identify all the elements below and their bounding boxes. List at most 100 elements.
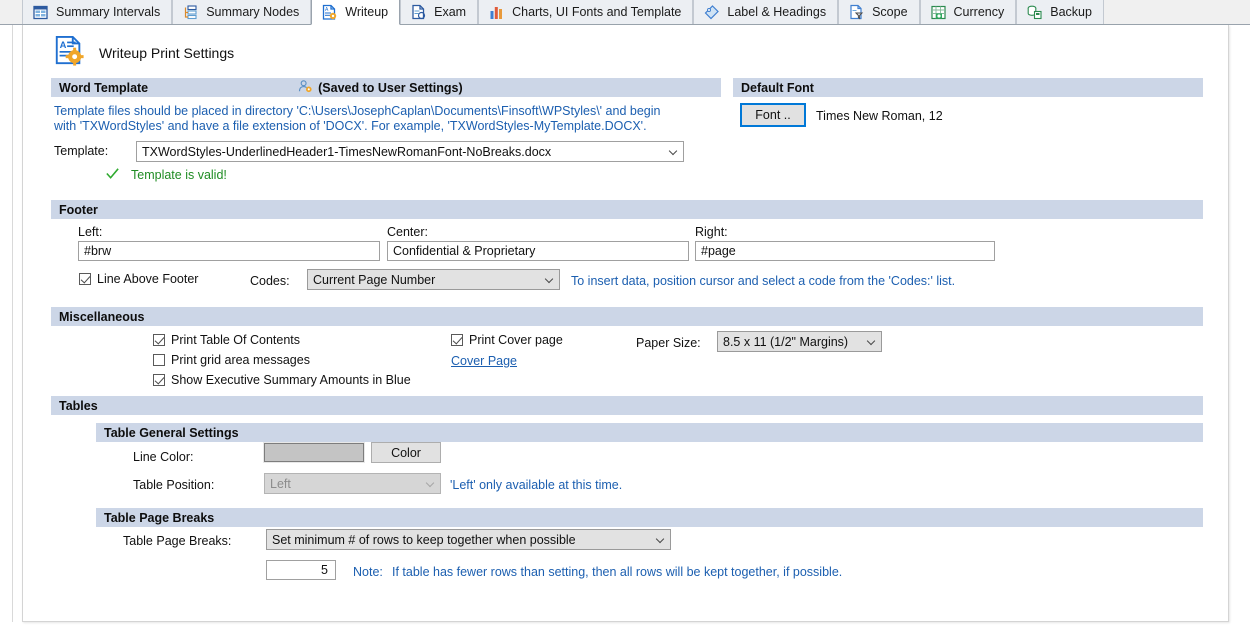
chevron-down-icon — [657, 536, 664, 543]
checkbox-box — [451, 334, 463, 346]
section-header-footer: Footer — [51, 200, 1203, 219]
tree-nodes-icon — [182, 4, 199, 21]
chevron-down-icon — [427, 480, 434, 487]
checkmark-icon — [105, 166, 120, 184]
section-title: Default Font — [741, 80, 814, 95]
left-rail — [0, 25, 22, 622]
section-title: Word Template — [59, 80, 149, 95]
tab-label: Charts, UI Fonts and Template — [512, 5, 682, 19]
tab-label: Exam — [434, 5, 467, 19]
template-label: Template: — [54, 144, 109, 158]
template-dropdown[interactable]: TXWordStyles-UnderlinedHeader1-TimesNewR… — [136, 141, 684, 162]
tab-backup[interactable]: Backup — [1016, 0, 1104, 24]
document-exam-icon — [410, 4, 427, 21]
paper-size-dropdown[interactable]: 8.5 x 11 (1/2" Margins) — [717, 331, 882, 352]
print-grid-area-messages-checkbox[interactable]: Print grid area messages — [153, 353, 310, 367]
tab-scope[interactable]: Scope — [838, 0, 920, 24]
section-header-miscellaneous: Miscellaneous — [51, 307, 1203, 326]
footer-center-label: Center: — [387, 225, 428, 239]
line-above-footer-checkbox[interactable]: Line Above Footer — [79, 272, 198, 286]
table-page-breaks-value: Set minimum # of rows to keep together w… — [272, 532, 576, 547]
saved-to-user-settings-note: (Saved to User Settings) — [298, 79, 463, 97]
footer-right-label: Right: — [695, 225, 728, 239]
show-executive-summary-blue-label: Show Executive Summary Amounts in Blue — [171, 373, 411, 387]
bar-chart-icon — [488, 4, 505, 21]
tab-label: Writeup — [345, 5, 389, 19]
template-dropdown-value: TXWordStyles-UnderlinedHeader1-TimesNewR… — [142, 144, 552, 159]
show-executive-summary-blue-checkbox[interactable]: Show Executive Summary Amounts in Blue — [153, 373, 411, 387]
chevron-down-icon — [868, 338, 875, 345]
section-header-tables: Tables — [51, 396, 1203, 415]
minimum-rows-value: 5 — [321, 563, 328, 577]
line-above-footer-label: Line Above Footer — [97, 272, 199, 286]
section-title: Tables — [59, 398, 98, 413]
section-header-table-page-breaks: Table Page Breaks — [96, 508, 1203, 527]
font-button[interactable]: Font .. — [740, 103, 806, 127]
tab-charts-ui-fonts-template[interactable]: Charts, UI Fonts and Template — [478, 0, 694, 24]
document-gear-icon: A — [53, 35, 85, 70]
tab-label: Scope — [872, 5, 908, 19]
print-cover-page-checkbox[interactable]: Print Cover page — [451, 333, 563, 347]
minimum-rows-input[interactable]: 5 — [266, 560, 336, 580]
page-title: Writeup Print Settings — [99, 44, 235, 61]
cover-page-link[interactable]: Cover Page — [451, 354, 517, 368]
calendar-grid-icon — [32, 4, 49, 21]
tab-label-and-headings[interactable]: Label & Headings — [693, 0, 839, 24]
footer-left-value: #brw — [84, 244, 112, 258]
table-page-breaks-note: If table has fewer rows than setting, th… — [392, 565, 843, 579]
tab-label: Summary Nodes — [206, 5, 300, 19]
paper-size-value: 8.5 x 11 (1/2" Margins) — [723, 334, 849, 349]
tab-summary-intervals[interactable]: Summary Intervals — [22, 0, 173, 24]
print-table-of-contents-checkbox[interactable]: Print Table Of Contents — [153, 333, 300, 347]
user-gear-icon — [298, 79, 313, 97]
footer-right-value: #page — [701, 244, 736, 258]
codes-label: Codes: — [250, 274, 290, 288]
chevron-down-icon — [670, 148, 677, 155]
tab-writeup[interactable]: A Writeup — [311, 0, 401, 25]
currency-grid-icon — [930, 4, 947, 21]
section-title: Table General Settings — [104, 425, 239, 440]
tab-label: Backup — [1050, 5, 1092, 19]
table-position-dropdown[interactable]: Left — [264, 473, 441, 494]
line-color-label: Line Color: — [133, 450, 194, 464]
table-position-note: 'Left' only available at this time. — [450, 478, 623, 492]
font-button-label: Font .. — [755, 108, 791, 122]
footer-right-input[interactable]: #page — [695, 241, 995, 261]
svg-text:A: A — [60, 39, 67, 50]
tab-exam[interactable]: Exam — [400, 0, 479, 24]
print-table-of-contents-label: Print Table Of Contents — [171, 333, 301, 347]
tab-currency[interactable]: Currency — [919, 0, 1017, 24]
paper-size-label: Paper Size: — [636, 336, 701, 350]
tab-strip: Summary Intervals Summary Nodes A Writeu… — [0, 0, 1250, 25]
backup-stack-icon — [1026, 4, 1043, 21]
writeup-settings-panel: A Writeup Print Settings Word Template (… — [22, 25, 1229, 622]
document-funnel-icon — [848, 4, 865, 21]
footer-center-value: Confidential & Proprietary — [393, 244, 536, 258]
color-button[interactable]: Color — [371, 442, 441, 463]
print-cover-page-label: Print Cover page — [469, 333, 563, 347]
codes-dropdown[interactable]: Current Page Number — [307, 269, 560, 290]
footer-left-input[interactable]: #brw — [78, 241, 380, 261]
section-title: Table Page Breaks — [104, 510, 215, 525]
template-help-text: Template files should be placed in direc… — [54, 104, 744, 134]
line-color-swatch[interactable] — [263, 442, 365, 463]
section-title: Footer — [59, 202, 98, 217]
section-header-word-template: Word Template (Saved to User Settings) — [51, 78, 721, 97]
section-header-default-font: Default Font — [733, 78, 1203, 97]
table-page-breaks-dropdown[interactable]: Set minimum # of rows to keep together w… — [266, 529, 671, 550]
tag-icon — [703, 4, 720, 21]
table-page-breaks-note-prefix: Note: — [353, 565, 383, 579]
tab-summary-nodes[interactable]: Summary Nodes — [172, 0, 312, 24]
table-position-label: Table Position: — [133, 478, 215, 492]
checkbox-box — [79, 273, 91, 285]
chevron-down-icon — [546, 276, 553, 283]
print-grid-area-messages-label: Print grid area messages — [171, 353, 310, 367]
template-help-line-1: Template files should be placed in direc… — [54, 104, 661, 118]
section-header-table-general-settings: Table General Settings — [96, 423, 1203, 442]
codes-hint: To insert data, position cursor and sele… — [571, 274, 956, 288]
checkbox-box — [153, 334, 165, 346]
template-help-line-2: with 'TXWordStyles' and have a file exte… — [54, 119, 647, 133]
checkbox-box — [153, 374, 165, 386]
tab-label: Currency — [953, 5, 1005, 19]
footer-center-input[interactable]: Confidential & Proprietary — [387, 241, 689, 261]
